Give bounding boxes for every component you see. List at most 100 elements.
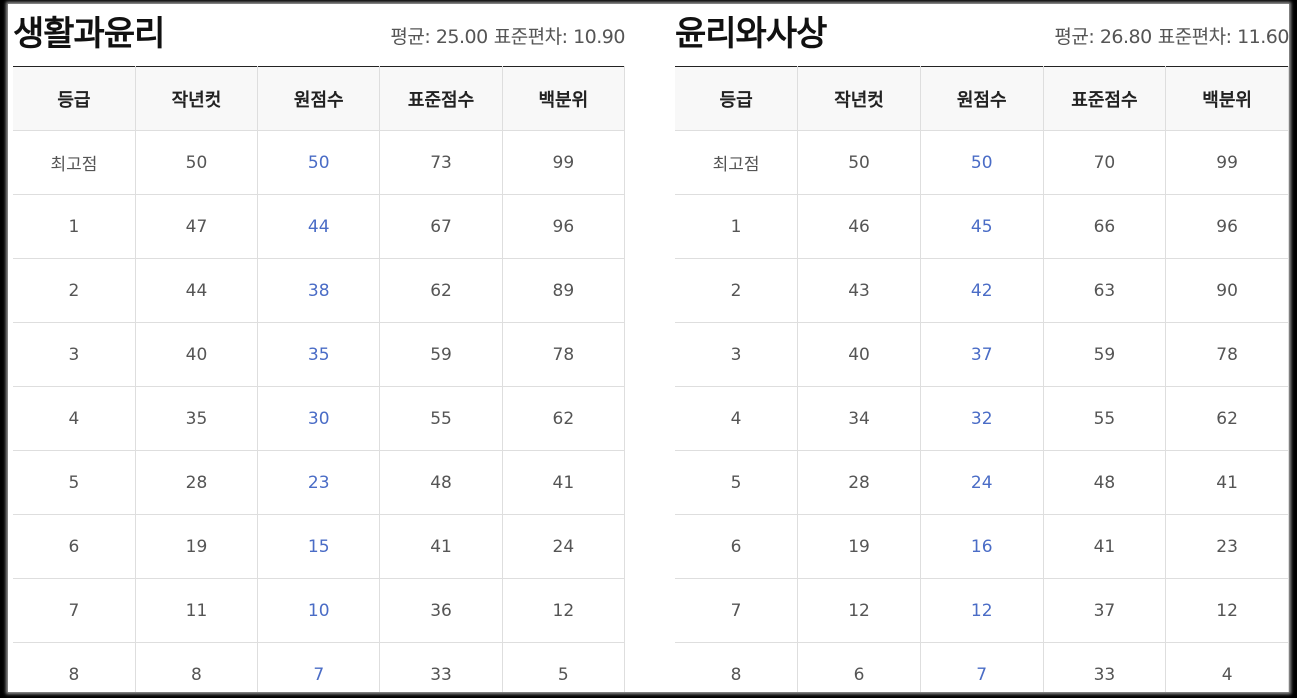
standard-score-cell: 48	[379, 450, 503, 515]
standard-score-cell: 66	[1042, 194, 1167, 259]
table-row: 6 19 16 41 23	[675, 514, 1289, 579]
last-year-cut-cell: 47	[134, 194, 259, 259]
last-year-cut-cell: 43	[797, 258, 921, 323]
table-header-row: 등급 작년컷 원점수 표준점수 백분위	[13, 66, 626, 131]
grade-cell: 8	[13, 642, 136, 692]
percentile-cell: 24	[501, 514, 626, 579]
standard-score-cell: 33	[1042, 642, 1167, 692]
standard-score-cell: 67	[379, 194, 503, 259]
table-row: 4 35 30 55 62	[13, 386, 626, 451]
grade-cell: 3	[13, 322, 136, 387]
table-row: 8 8 7 33 5	[13, 642, 626, 692]
grade-cell: 최고점	[13, 130, 136, 195]
panel-header: 윤리와사상 평균: 26.80 표준편차: 11.60	[675, 4, 1289, 66]
last-year-cut-cell: 19	[134, 514, 259, 579]
last-year-cut-cell: 8	[134, 642, 259, 692]
percentile-cell: 12	[501, 578, 626, 643]
table-row: 3 40 37 59 78	[675, 322, 1289, 387]
column-header: 원점수	[919, 66, 1044, 131]
mean-value: 25.00	[435, 26, 488, 48]
sd-label: 표준편차:	[493, 26, 568, 48]
raw-score-cell: 45	[919, 194, 1044, 259]
percentile-cell: 89	[501, 258, 626, 323]
raw-score-cell: 24	[919, 450, 1044, 515]
standard-score-cell: 59	[379, 322, 503, 387]
sd-label: 표준편차:	[1157, 26, 1232, 48]
raw-score-cell: 23	[257, 450, 381, 515]
sd-value: 11.60	[1237, 26, 1289, 48]
column-header: 원점수	[257, 66, 381, 131]
table-row: 3 40 35 59 78	[13, 322, 626, 387]
table-row: 1 47 44 67 96	[13, 194, 626, 259]
grade-cell: 6	[13, 514, 136, 579]
last-year-cut-cell: 46	[797, 194, 921, 259]
standard-score-cell: 63	[1042, 258, 1167, 323]
last-year-cut-cell: 40	[134, 322, 259, 387]
table-row: 7 11 10 36 12	[13, 578, 626, 643]
percentile-cell: 99	[1165, 130, 1289, 195]
column-header: 표준점수	[379, 66, 503, 131]
raw-score-cell: 10	[257, 578, 381, 643]
raw-score-cell: 30	[257, 386, 381, 451]
grade-cell: 3	[675, 322, 799, 387]
last-year-cut-cell: 28	[134, 450, 259, 515]
standard-score-cell: 41	[379, 514, 503, 579]
grade-cell: 1	[13, 194, 136, 259]
column-header: 백분위	[1165, 66, 1289, 131]
percentile-cell: 23	[1165, 514, 1289, 579]
grade-cell: 2	[13, 258, 136, 323]
percentile-cell: 99	[501, 130, 626, 195]
mean-label: 평균:	[390, 26, 431, 48]
raw-score-cell: 50	[257, 130, 381, 195]
grade-cell: 7	[675, 578, 799, 643]
standard-score-cell: 33	[379, 642, 503, 692]
table-row: 2 43 42 63 90	[675, 258, 1289, 323]
standard-score-cell: 59	[1042, 322, 1167, 387]
raw-score-cell: 50	[919, 130, 1044, 195]
subject-title: 생활과윤리	[13, 14, 165, 54]
mean-label: 평균:	[1054, 26, 1095, 48]
mean-value: 26.80	[1099, 26, 1152, 48]
last-year-cut-cell: 12	[797, 578, 921, 643]
standard-score-cell: 37	[1042, 578, 1167, 643]
column-header: 표준점수	[1042, 66, 1167, 131]
column-header: 작년컷	[134, 66, 259, 131]
raw-score-cell: 42	[919, 258, 1044, 323]
raw-score-cell: 15	[257, 514, 381, 579]
grade-cell: 6	[675, 514, 799, 579]
column-header: 백분위	[501, 66, 626, 131]
column-header: 등급	[13, 66, 136, 131]
standard-score-cell: 36	[379, 578, 503, 643]
column-header: 작년컷	[797, 66, 921, 131]
table-row: 최고점 50 50 70 99	[675, 130, 1289, 195]
table-row: 7 12 12 37 12	[675, 578, 1289, 643]
table-row: 5 28 24 48 41	[675, 450, 1289, 515]
raw-score-cell: 16	[919, 514, 1044, 579]
raw-score-cell: 44	[257, 194, 381, 259]
grade-cell: 1	[675, 194, 799, 259]
last-year-cut-cell: 50	[134, 130, 259, 195]
grade-cell: 5	[675, 450, 799, 515]
percentile-cell: 78	[501, 322, 626, 387]
score-stats: 평균: 25.00 표준편차: 10.90	[390, 22, 625, 49]
raw-score-cell: 7	[257, 642, 381, 692]
standard-score-cell: 55	[1042, 386, 1167, 451]
percentile-cell: 41	[1165, 450, 1289, 515]
table-row: 4 34 32 55 62	[675, 386, 1289, 451]
table-row: 2 44 38 62 89	[13, 258, 626, 323]
percentile-cell: 90	[1165, 258, 1289, 323]
percentile-cell: 62	[1165, 386, 1289, 451]
column-header: 등급	[675, 66, 799, 131]
standard-score-cell: 41	[1042, 514, 1167, 579]
percentile-cell: 96	[501, 194, 626, 259]
last-year-cut-cell: 35	[134, 386, 259, 451]
grade-cell: 4	[675, 386, 799, 451]
raw-score-cell: 35	[257, 322, 381, 387]
grade-cell: 4	[13, 386, 136, 451]
grade-cell: 5	[13, 450, 136, 515]
grade-cell: 최고점	[675, 130, 799, 195]
table-header-row: 등급 작년컷 원점수 표준점수 백분위	[675, 66, 1289, 131]
last-year-cut-cell: 28	[797, 450, 921, 515]
last-year-cut-cell: 34	[797, 386, 921, 451]
raw-score-cell: 37	[919, 322, 1044, 387]
